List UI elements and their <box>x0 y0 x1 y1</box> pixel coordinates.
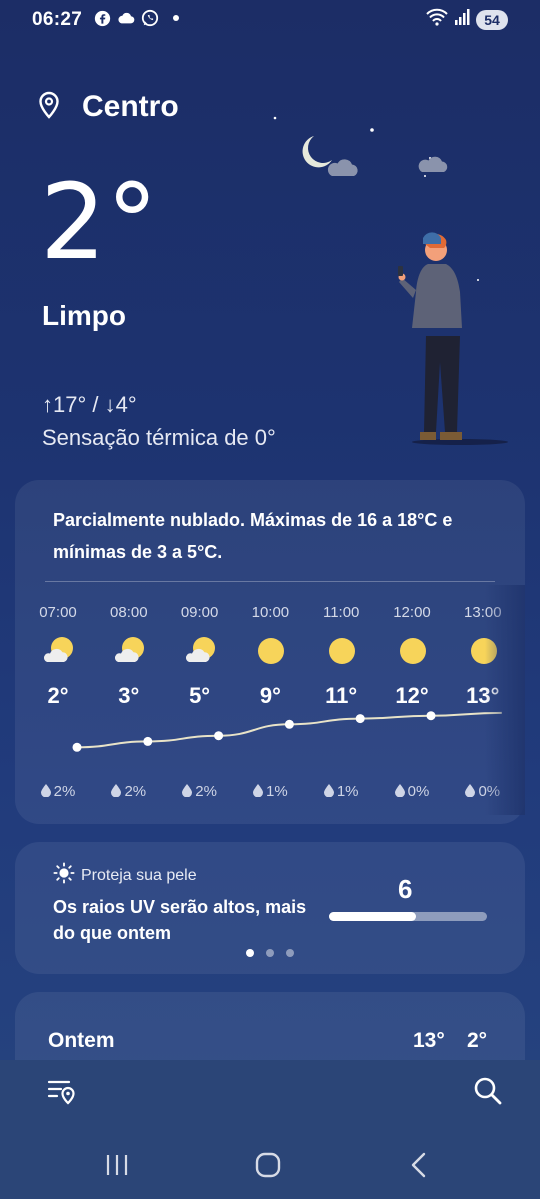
uv-description: Os raios UV serão altos, mais do que ont… <box>53 897 307 943</box>
forecast-summary: Parcialmente nublado. Máximas de 16 a 18… <box>53 510 453 562</box>
location-name: Centro <box>82 90 179 123</box>
back-icon[interactable] <box>405 1150 435 1180</box>
system-navigation-bar <box>0 1140 540 1190</box>
yesterday-min: 2° <box>467 1029 488 1052</box>
feels-like: Sensação térmica de 0° <box>42 425 276 450</box>
system-icons: 54 <box>426 8 508 31</box>
recent-apps-icon[interactable] <box>102 1150 132 1180</box>
status-bar: 06:27 54 <box>0 0 540 40</box>
hourly-forecast[interactable]: 07:00 2° 2% 08:00 3° 2% 09:00 5° 2% 10:00 9° 1% 11:0… <box>15 585 525 815</box>
facebook-icon <box>93 9 111 27</box>
current-condition: Limpo <box>42 300 126 331</box>
cloud-icon <box>117 9 135 27</box>
temperature-line-chart <box>72 711 502 752</box>
home-icon[interactable] <box>253 1150 283 1180</box>
notification-icons <box>93 9 179 27</box>
current-temperature: 2° <box>40 161 159 283</box>
temperature-point <box>72 742 82 752</box>
temperature-line <box>76 711 502 749</box>
uv-level-bar <box>329 912 487 921</box>
locations-list-icon[interactable] <box>45 1075 77 1107</box>
signal-icon <box>454 9 470 30</box>
moon-icon <box>302 136 332 168</box>
scroll-fade <box>485 585 525 815</box>
uv-label-row: Proteja sua pele <box>53 862 197 889</box>
night-scene-illustration <box>273 116 508 445</box>
wifi-icon <box>426 8 448 31</box>
uv-card[interactable]: Proteja sua pele Os raios UV serão altos… <box>15 842 525 974</box>
cloud-icon <box>418 156 448 172</box>
sun-icon <box>53 862 75 889</box>
status-time: 06:27 <box>32 9 83 30</box>
temperature-point <box>284 719 294 729</box>
whatsapp-icon <box>141 9 159 27</box>
person-figure <box>398 232 508 445</box>
dot-icon <box>173 15 179 21</box>
uv-level-fill <box>329 912 416 921</box>
location-header[interactable]: Centro <box>38 90 179 124</box>
cloud-icon <box>327 159 358 176</box>
temperature-point <box>355 714 365 724</box>
uv-label: Proteja sua pele <box>81 866 197 884</box>
search-icon[interactable] <box>472 1075 504 1107</box>
temperature-point <box>214 731 224 741</box>
page-dot[interactable] <box>266 949 274 957</box>
temperature-point <box>143 736 153 746</box>
bottom-bar <box>0 1060 540 1199</box>
battery-indicator: 54 <box>476 9 508 30</box>
page-dot[interactable] <box>286 949 294 957</box>
page-dot[interactable] <box>246 949 254 957</box>
uv-index-value: 6 <box>398 874 413 904</box>
yesterday-label: Ontem <box>48 1029 115 1052</box>
page-indicator[interactable] <box>15 949 525 957</box>
location-pin-icon <box>38 91 60 124</box>
forecast-card[interactable]: Parcialmente nublado. Máximas de 16 a 18… <box>15 480 525 824</box>
temperature-point <box>426 711 436 721</box>
high-low-temperature: ↑17° / ↓4° <box>42 392 137 417</box>
yesterday-max: 13° <box>413 1029 445 1052</box>
divider <box>45 581 495 582</box>
